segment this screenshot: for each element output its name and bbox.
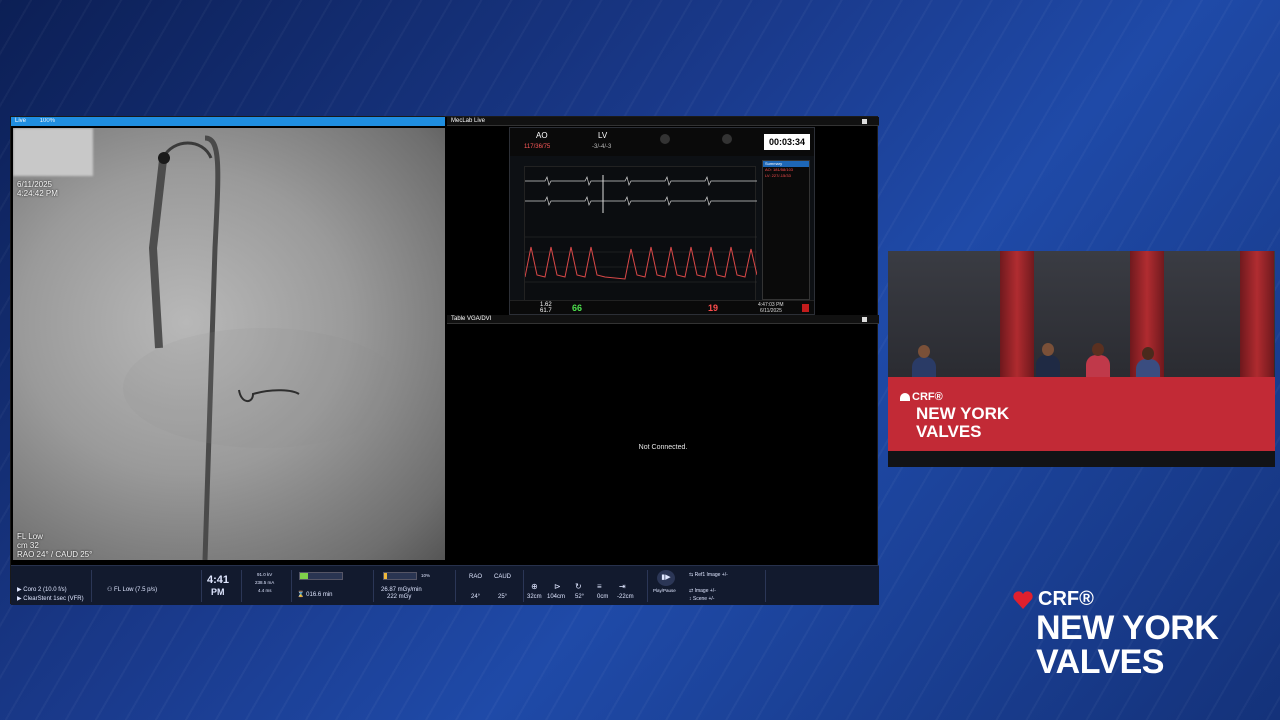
hemo-status-bar: 1.62 61.7 66 19 4:47:03 PM 6/11/2025 <box>510 300 814 314</box>
detector-icon[interactable]: ⊳ <box>554 582 561 591</box>
dose-pct: 10% <box>421 573 431 578</box>
pos-long: 0cm <box>597 594 609 600</box>
caud-value: 25° <box>498 594 508 600</box>
table-title: NEW YORK VALVES <box>916 405 1009 441</box>
table-status: Not Connected. <box>638 443 688 451</box>
table-icon[interactable]: ≡ <box>597 582 602 591</box>
panel-video: CRF® NEW YORK VALVES <box>888 251 1275 467</box>
fluoro-settings: FL Low cm 32 RAO 24° / CAUD 25° <box>17 532 92 559</box>
crf-text: CRF® <box>1038 588 1094 610</box>
stent-item[interactable]: ▶ ClearStent 1sec (VFR) <box>17 595 84 602</box>
pos-height: 104cm <box>547 594 566 600</box>
zoom-icon[interactable]: ⊕ <box>531 582 538 591</box>
lv-label: LV <box>598 131 608 140</box>
ecg-pressure-waves <box>524 175 758 283</box>
hemo-summary-panel: Summary AO: 181/58/103 LV: 227/-15/33 <box>762 160 810 300</box>
ref-image-item[interactable]: ⇆ Ref1 Image +/- <box>689 572 728 578</box>
fluoro-time-value: 016.6 min <box>306 592 333 598</box>
live-pane-header: Live 100% <box>11 117 445 126</box>
waveform-display <box>524 166 758 306</box>
stage-table-banner: CRF® NEW YORK VALVES <box>888 377 1275 451</box>
lateral-icon[interactable]: ⇥ <box>619 582 626 591</box>
hourglass-icon: ⌛ <box>297 592 307 598</box>
stent-label: ClearStent 1sec (VFR) <box>23 596 84 602</box>
hemo-v2: 61.7 <box>540 308 552 314</box>
meclab-title: MecLab Live <box>451 118 486 124</box>
table-title-line2: VALVES <box>916 422 982 441</box>
caud-label: CAUD <box>494 574 512 580</box>
crf-logo: CRF® <box>1012 588 1218 611</box>
protocol-label: Coro 2 (10.0 f/s) <box>23 587 67 593</box>
hemo-v3: 19 <box>708 303 719 313</box>
rao-label: RAO <box>469 574 483 580</box>
fl-angle: RAO 24° / CAUD 25° <box>17 550 93 559</box>
channel-icon-1[interactable] <box>660 134 670 144</box>
event-logo: CRF® NEW YORK VALVES <box>1012 588 1219 681</box>
rao-value: 24° <box>471 594 481 600</box>
lv-value: -3/-4/-3 <box>592 144 612 150</box>
cathlab-monitor: Live 100% 6/11/2025 4:24:42 PM FL Low cm… <box>10 116 879 605</box>
scene-step-label: Scene +/- <box>692 596 715 602</box>
fluoro-date: 6/11/2025 <box>17 180 52 189</box>
fl-mode: FL Low <box>17 532 43 541</box>
fluoro-time-item: ⌛ 016.6 min <box>297 591 333 598</box>
heart-icon <box>1013 590 1033 609</box>
ms-value: 4.4 ms <box>258 588 272 593</box>
table-maximize-icon[interactable] <box>862 317 867 322</box>
dose-bar <box>383 572 417 580</box>
dose-rate: 26.87 mGy/min <box>381 587 422 593</box>
rotate-icon[interactable]: ↻ <box>575 582 582 591</box>
pos-angle: 52° <box>575 594 585 600</box>
system-control-bar: ▶ Coro 2 (10.0 f/s) ▶ ClearStent 1sec (V… <box>11 565 879 605</box>
fluoroscopy-image: 6/11/2025 4:24:42 PM FL Low cm 32 RAO 24… <box>13 128 445 560</box>
table-title: Table VGA/DVI <box>451 316 492 322</box>
hemo-date: 6/11/2025 <box>760 308 782 314</box>
stage-floor <box>888 451 1275 467</box>
table-title-line1: NEW YORK <box>916 404 1010 423</box>
hemo-header: AO 117/36/75 LV -3/-4/-3 00:03:34 <box>510 128 814 156</box>
play-pause-label: Play/Pause <box>653 588 676 593</box>
ma-value: 238.5 mA <box>255 580 275 585</box>
stage-curtain <box>1000 251 1034 381</box>
image-step-label: Image +/- <box>694 588 716 594</box>
fluoro-time: 4:24:42 PM <box>17 189 58 198</box>
fl-mode-label: FL Low (7.5 p/s) <box>114 587 158 593</box>
fluoro-datetime: 6/11/2025 4:24:42 PM <box>17 180 58 198</box>
live-title: Live <box>15 118 27 124</box>
scene-step-item[interactable]: ↕ Scene +/- <box>689 596 714 602</box>
fl-field: cm 32 <box>17 541 39 550</box>
clock-time: 4:41 <box>207 574 230 586</box>
image-step-item[interactable]: ⇄ Image +/- <box>689 588 716 594</box>
fl-mode-item[interactable]: ⚇ FL Low (7.5 p/s) <box>107 586 157 593</box>
summary-lv: LV: 227/-15/33 <box>765 173 791 178</box>
clock-ampm: PM <box>211 587 225 597</box>
channel-icon-2[interactable] <box>722 134 732 144</box>
table-crf-text: CRF® <box>912 391 943 403</box>
ao-label: AO <box>536 131 548 140</box>
stage-curtain <box>1240 251 1274 381</box>
kv-value: 91.0 kV <box>257 572 273 577</box>
protocol-item[interactable]: ▶ Coro 2 (10.0 f/s) <box>17 586 67 593</box>
brand-line2: VALVES <box>1036 643 1165 681</box>
pos-sid: 32cm <box>527 594 542 600</box>
zoom-level: 100% <box>39 118 56 124</box>
hemodynamics-screen: AO 117/36/75 LV -3/-4/-3 00:03:34 Summar… <box>509 127 815 315</box>
table-crf-logo: CRF® <box>900 391 943 403</box>
fluoro-catheters <box>123 135 403 560</box>
pos-lat: -22cm <box>617 594 634 600</box>
fl-icon: ⚇ <box>107 587 115 593</box>
meclab-maximize-icon[interactable] <box>862 119 867 124</box>
alarm-icon[interactable] <box>802 304 809 312</box>
heart-icon <box>900 393 910 402</box>
ref-image-label: Ref1 Image +/- <box>694 572 728 578</box>
fluoro-time-bar <box>299 572 343 580</box>
table-pane-header: Table VGA/DVI <box>447 315 879 324</box>
brand-line1: NEW YORK <box>1036 609 1219 647</box>
dose-total: 222 mGy <box>387 594 412 600</box>
play-pause-button[interactable]: ▮▶ <box>657 570 675 586</box>
procedure-timer: 00:03:34 <box>764 134 810 150</box>
meclab-pane-header: MecLab Live <box>447 117 879 126</box>
heart-rate: 66 <box>572 303 583 313</box>
ao-value: 117/36/75 <box>524 144 551 150</box>
